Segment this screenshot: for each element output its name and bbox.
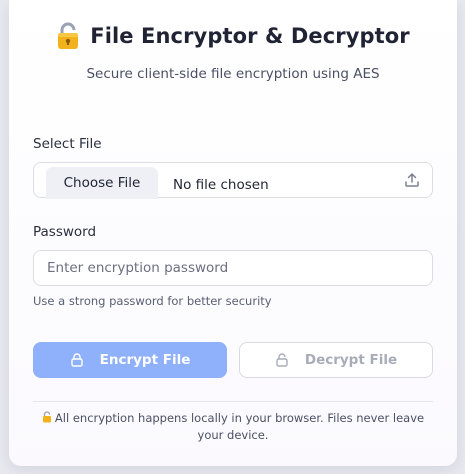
password-label: Password: [33, 224, 97, 240]
choose-file-button[interactable]: Choose File: [46, 167, 158, 199]
page-title: File Encryptor & Decryptor: [90, 24, 410, 48]
page-subtitle: Secure client-side file encryption using…: [86, 66, 380, 82]
encrypt-label: Encrypt File: [99, 352, 191, 368]
divider: [33, 401, 433, 402]
decrypt-button[interactable]: Decrypt File: [239, 342, 433, 378]
upload-icon: [405, 173, 419, 187]
lock-icon: [70, 353, 83, 367]
padlock-icon: [58, 22, 79, 49]
encrypt-button[interactable]: Encrypt File: [33, 342, 227, 378]
unlock-icon: [276, 353, 288, 367]
footer-text: All encryption happens locally in your b…: [54, 411, 425, 442]
header: File Encryptor & Decryptor: [9, 22, 457, 50]
padlock-icon: [42, 411, 51, 423]
password-input[interactable]: [33, 250, 433, 286]
password-hint: Use a strong password for better securit…: [33, 294, 272, 308]
decrypt-label: Decrypt File: [304, 352, 398, 368]
file-status: No file chosen: [173, 177, 269, 193]
file-input[interactable]: Choose File No file chosen: [33, 162, 433, 199]
encryptor-card: File Encryptor & Decryptor Secure client…: [9, 0, 457, 466]
footer-note: All encryption happens locally in your b…: [33, 410, 433, 444]
file-label: Select File: [33, 136, 102, 152]
